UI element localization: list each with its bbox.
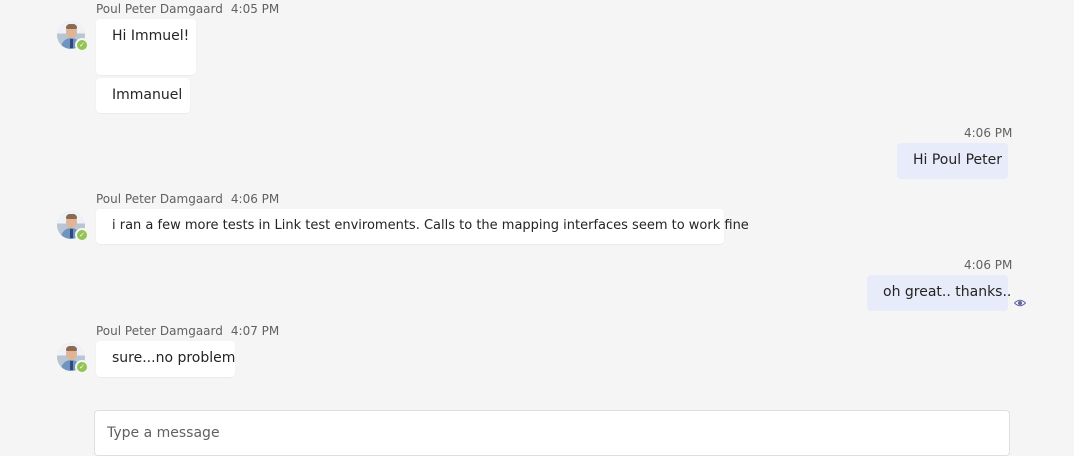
sender-name: Poul Peter Damgaard (96, 2, 223, 16)
message-bubble[interactable]: oh great.. thanks.. (867, 275, 1012, 311)
message-text: Hi Poul Peter (913, 152, 1003, 168)
message-header: Poul Peter Damgaard 4:06 PM (96, 192, 279, 206)
message-time: 4:05 PM (230, 2, 280, 16)
message-text: sure...no problem (112, 350, 236, 366)
message-composer[interactable] (94, 410, 1010, 456)
message-bubble[interactable]: sure...no problem (96, 341, 235, 377)
message-time: 4:07 PM (230, 324, 280, 338)
message-bubble[interactable]: i ran a few more tests in Link test envi… (96, 209, 749, 244)
message-bubble[interactable]: Hi Poul Peter (897, 143, 1008, 179)
avatar[interactable]: ✓ (57, 211, 89, 242)
message-header: Poul Peter Damgaard 4:05 PM (96, 2, 279, 16)
message-input[interactable] (107, 423, 987, 443)
available-check-icon: ✓ (75, 228, 89, 242)
message-header: Poul Peter Damgaard 4:07 PM (96, 324, 279, 338)
message-text: Hi Immuel! (112, 28, 190, 44)
message-time: 4:06 PM (964, 258, 1013, 272)
available-check-icon: ✓ (75, 360, 89, 374)
message-time: 4:06 PM (964, 126, 1013, 140)
avatar[interactable]: ✓ (57, 343, 89, 374)
available-check-icon: ✓ (75, 38, 89, 52)
avatar[interactable]: ✓ (57, 21, 89, 52)
seen-eye-icon (1014, 299, 1026, 307)
message-text: oh great.. thanks.. (883, 284, 1012, 300)
sender-name: Poul Peter Damgaard (96, 192, 223, 206)
message-text: Immanuel (112, 87, 183, 103)
message-bubble[interactable]: Hi Immuel! (96, 19, 196, 75)
message-time: 4:06 PM (230, 192, 280, 206)
message-text: i ran a few more tests in Link test envi… (112, 218, 749, 233)
chat-thread: Poul Peter Damgaard 4:05 PM ✓ Hi Immuel! … (0, 0, 1074, 456)
message-bubble[interactable]: Immanuel (96, 78, 190, 113)
sender-name: Poul Peter Damgaard (96, 324, 223, 338)
